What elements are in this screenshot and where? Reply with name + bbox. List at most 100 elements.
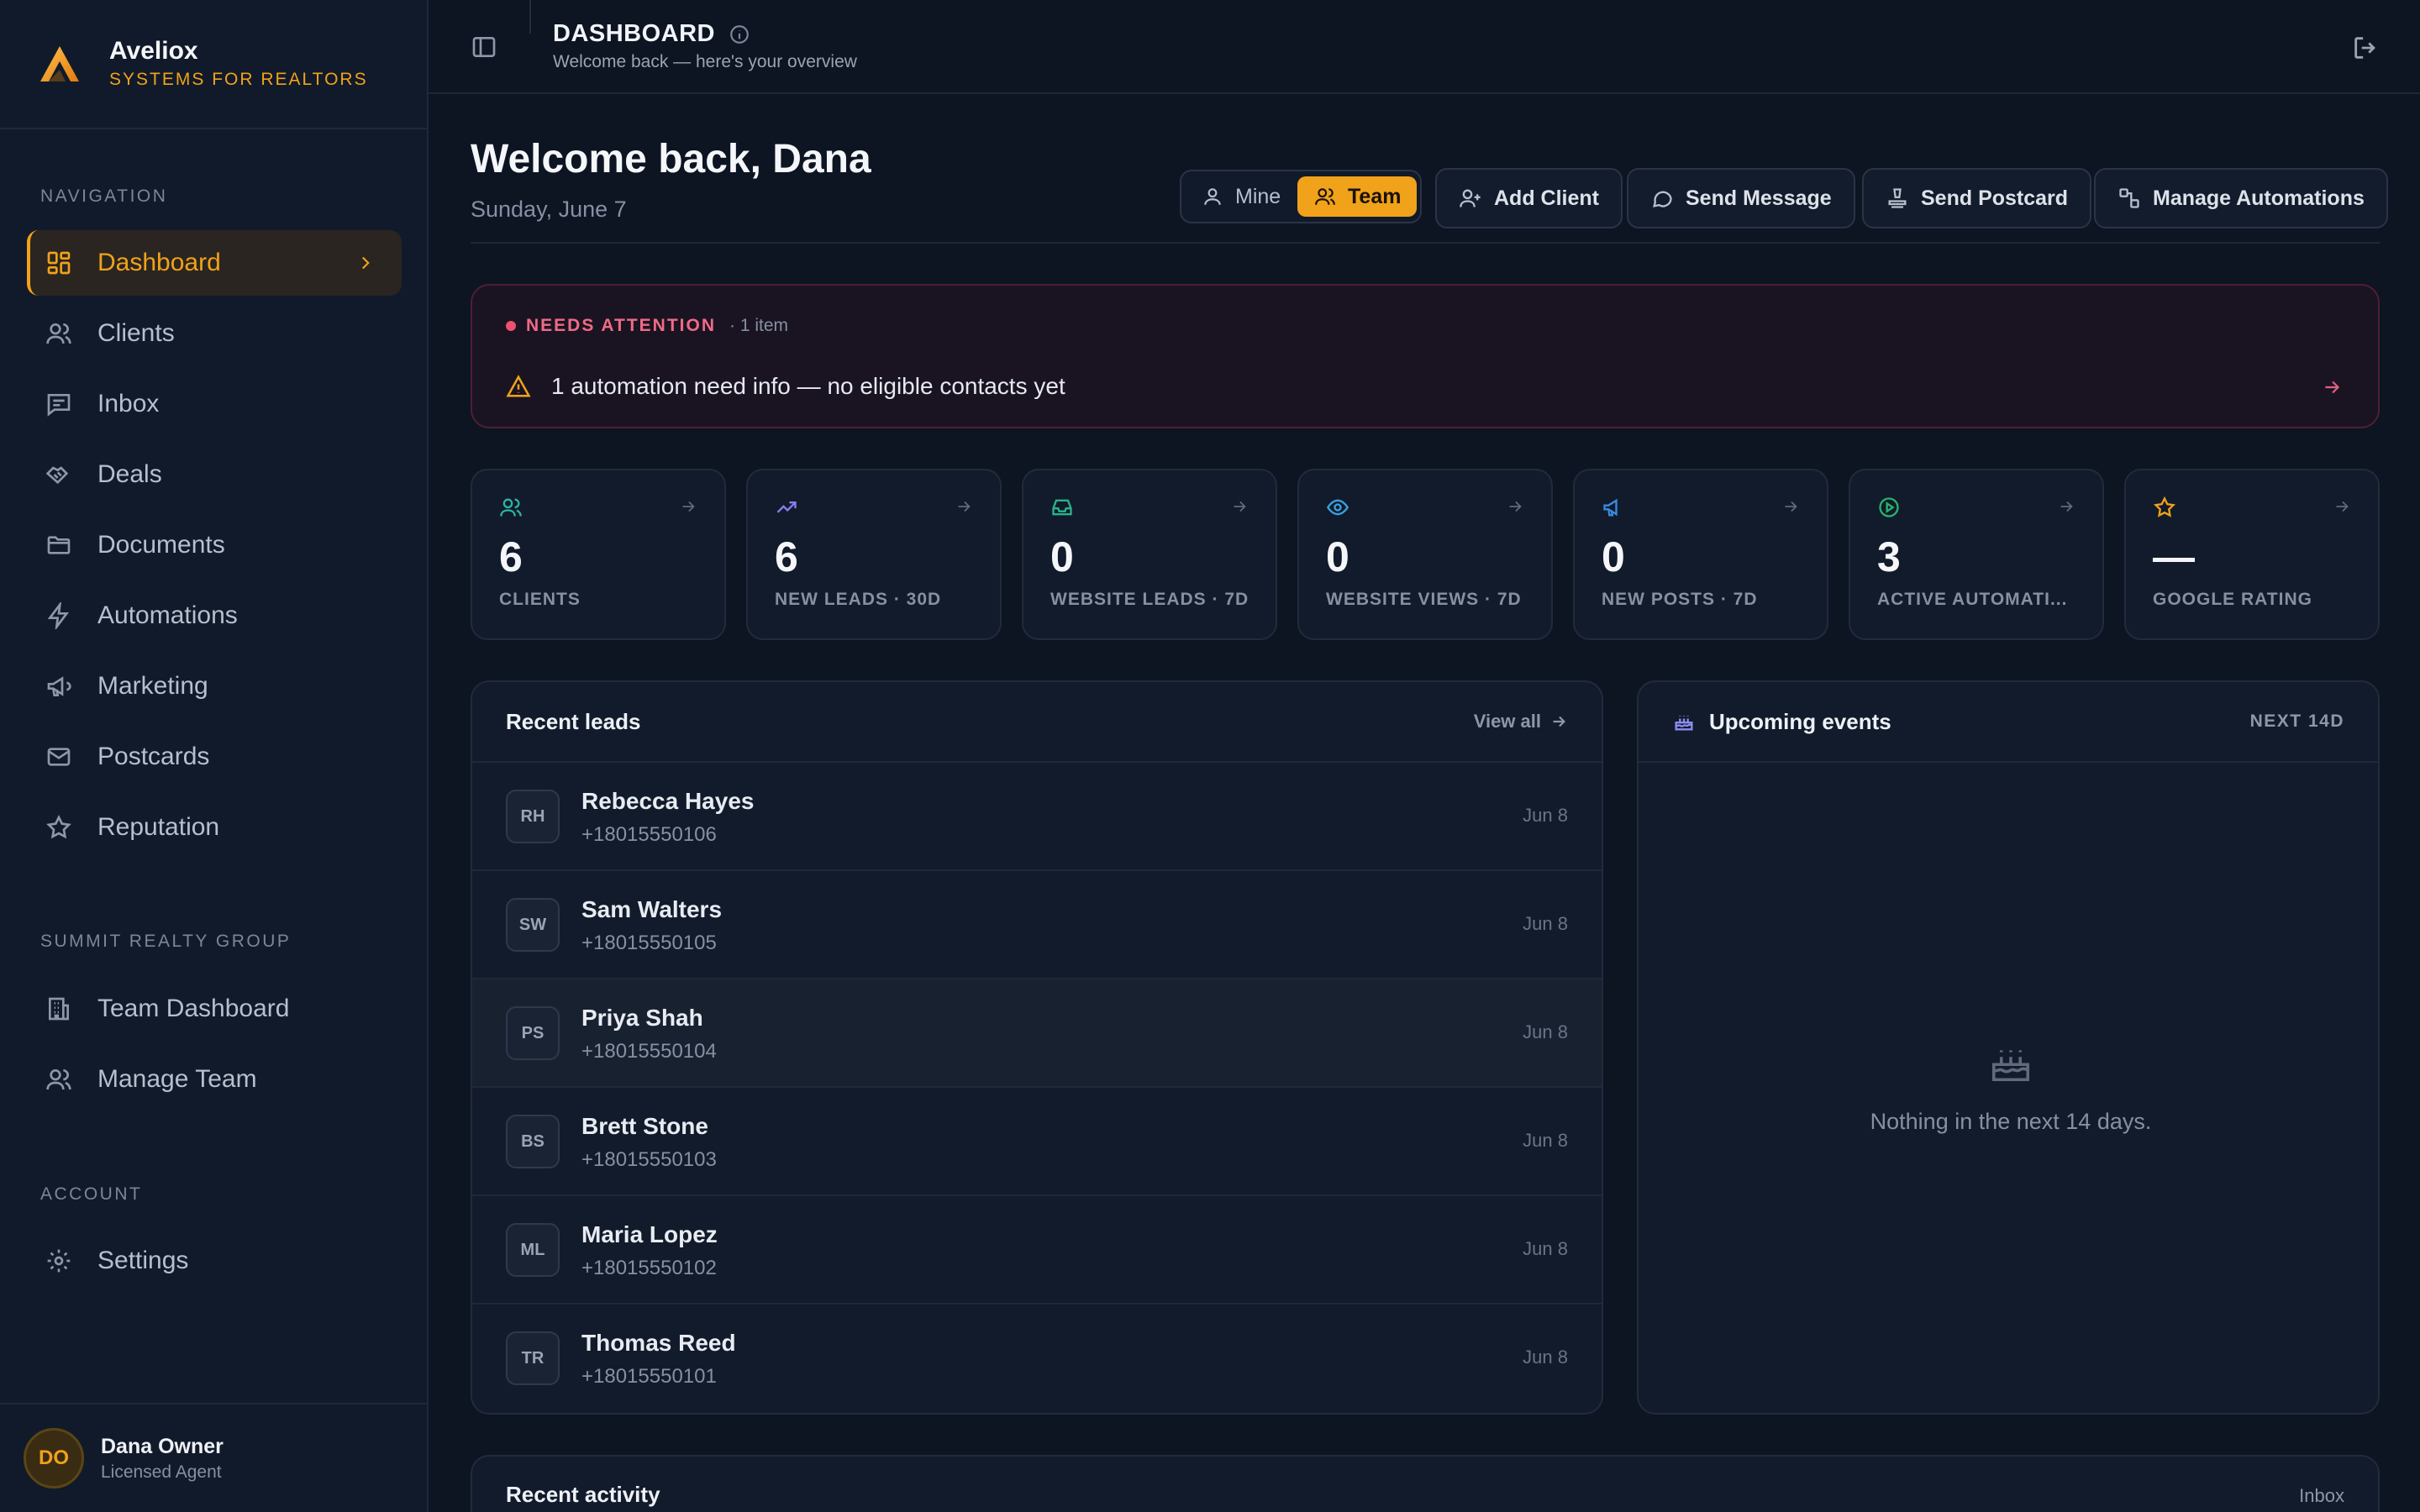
lead-name: Maria Lopez (581, 1221, 718, 1247)
sidebar-item-label: Reputation (97, 813, 220, 841)
lead-avatar: ML (506, 1223, 560, 1277)
inbox-tray-icon (1052, 499, 1072, 516)
scope-team-button[interactable]: Team (1297, 176, 1417, 217)
arrow-right-icon (1785, 501, 1797, 512)
star-icon (2153, 496, 2176, 517)
lead-phone: +18015550106 (581, 823, 717, 846)
page-title: DASHBOARD (553, 20, 750, 48)
stat-label: CLIENTS (499, 590, 581, 609)
sidebar-item-label: Settings (97, 1247, 189, 1274)
logout-icon[interactable] (2351, 34, 2380, 62)
stat-card-website-views[interactable]: 0 WEBSITE VIEWS · 7D (1297, 469, 1553, 640)
stat-label: ACTIVE AUTOMATI... (1877, 590, 2068, 609)
scope-mine-button[interactable]: Mine (1202, 176, 1281, 217)
stat-card-google-rating[interactable]: — GOOGLE RATING (2124, 469, 2380, 640)
stat-value: 6 (499, 533, 523, 580)
sidebar-item-manage-team[interactable]: Manage Team (27, 1047, 402, 1112)
table-row[interactable]: RH Rebecca Hayes +18015550106 Jun 8 (472, 763, 1602, 871)
attention-item[interactable]: 1 automation need info — no eligible con… (506, 373, 1065, 400)
stat-card-new-posts[interactable]: 0 NEW POSTS · 7D (1573, 469, 1828, 640)
lead-name: Thomas Reed (581, 1330, 736, 1356)
brand[interactable]: Aveliox SYSTEMS FOR REALTORS (0, 0, 427, 129)
arrow-right-icon (682, 501, 695, 512)
megaphone-icon (1603, 498, 1618, 517)
sidebar-item-reputation[interactable]: Reputation (27, 795, 402, 860)
stat-value: 0 (1326, 533, 1349, 580)
user-name: Dana Owner (101, 1434, 224, 1458)
arrow-right-icon (958, 501, 971, 512)
star-icon (46, 814, 71, 839)
sidebar-item-deals[interactable]: Deals (27, 442, 402, 507)
nav-section-account: ACCOUNT (40, 1184, 143, 1204)
dashboard-icon (47, 251, 71, 275)
recent-activity-title: Recent activity (506, 1482, 660, 1507)
welcome-heading: Welcome back, Dana (471, 137, 871, 181)
cake-icon (1675, 716, 1693, 731)
table-row[interactable]: SW Sam Walters +18015550105 Jun 8 (472, 871, 1602, 979)
page-title-text: DASHBOARD (553, 20, 715, 47)
cake-icon (1991, 1050, 2030, 1082)
sidebar-toggle-icon[interactable] (471, 34, 497, 60)
sidebar-item-label: Deals (97, 460, 162, 488)
stat-card-new-leads[interactable]: 6 NEW LEADS · 30D (746, 469, 1002, 640)
play-circle-icon (1879, 497, 1899, 517)
lead-date: Jun 8 (1523, 805, 1568, 826)
send-postcard-label: Send Postcard (1921, 186, 2069, 210)
table-row[interactable]: PS Priya Shah +18015550104 Jun 8 (472, 979, 1602, 1088)
sidebar-item-postcards[interactable]: Postcards (27, 724, 402, 790)
view-all-link[interactable]: View all (1474, 711, 1568, 732)
lead-name: Brett Stone (581, 1113, 708, 1139)
sidebar: Aveliox SYSTEMS FOR REALTORS NAVIGATION … (0, 0, 429, 1512)
arrow-right-icon[interactable] (2321, 376, 2343, 398)
scope-mine-label: Mine (1235, 184, 1281, 208)
sidebar-item-team-dashboard[interactable]: Team Dashboard (27, 976, 402, 1042)
stamp-icon (1888, 188, 1907, 208)
stat-card-active-automations[interactable]: 3 ACTIVE AUTOMATI... (1849, 469, 2104, 640)
add-client-label: Add Client (1494, 186, 1599, 210)
gear-icon (47, 1249, 71, 1273)
arrow-right-icon (1234, 501, 1246, 512)
account-nav: Settings (27, 1228, 402, 1299)
users-icon (46, 323, 71, 344)
attention-message: 1 automation need info — no eligible con… (551, 373, 1065, 399)
upcoming-events-title: Upcoming events (1709, 708, 1891, 734)
stat-card-website-leads[interactable]: 0 WEBSITE LEADS · 7D (1022, 469, 1277, 640)
table-row[interactable]: ML Maria Lopez +18015550102 Jun 8 (472, 1196, 1602, 1305)
arrow-right-icon (1509, 501, 1522, 512)
chat-bubble-icon (1653, 191, 1672, 207)
mail-icon (47, 748, 71, 766)
table-row[interactable]: BS Brett Stone +18015550103 Jun 8 (472, 1088, 1602, 1196)
sidebar-item-documents[interactable]: Documents (27, 512, 402, 578)
top-bar: DASHBOARD Welcome back — here's your ove… (429, 0, 2420, 94)
lead-avatar: RH (506, 790, 560, 843)
info-icon[interactable] (729, 24, 750, 45)
stat-label: WEBSITE LEADS · 7D (1050, 590, 1249, 609)
lead-avatar: SW (506, 898, 560, 952)
sidebar-item-inbox[interactable]: Inbox (27, 371, 402, 437)
users-icon (46, 1069, 71, 1090)
stat-label: WEBSITE VIEWS · 7D (1326, 590, 1522, 609)
sidebar-item-clients[interactable]: Clients (27, 301, 402, 366)
sidebar-item-dashboard[interactable]: Dashboard (27, 230, 402, 296)
recent-leads-panel: Recent leads View all RH Rebecca Hayes +… (471, 680, 1603, 1415)
user-profile[interactable]: DO Dana Owner Licensed Agent (0, 1403, 427, 1512)
page-subtitle: Welcome back — here's your overview (553, 52, 857, 71)
needs-attention-label: NEEDS ATTENTION (526, 316, 717, 335)
nav-section-group: SUMMIT REALTY GROUP (40, 932, 292, 951)
sidebar-item-settings[interactable]: Settings (27, 1228, 402, 1294)
sidebar-item-marketing[interactable]: Marketing (27, 654, 402, 719)
upcoming-events-range: NEXT 14D (2249, 711, 2344, 731)
table-row[interactable]: TR Thomas Reed +18015550101 Jun 8 (472, 1305, 1602, 1413)
stat-card-clients[interactable]: 6 CLIENTS (471, 469, 726, 640)
manage-automations-button[interactable]: Manage Automations (2094, 168, 2388, 228)
inbox-link[interactable]: Inbox (2299, 1485, 2344, 1507)
scope-toggle: Mine Team (1180, 170, 1422, 223)
sidebar-item-label: Documents (97, 531, 225, 559)
stat-label: NEW LEADS · 30D (775, 590, 942, 609)
send-message-button[interactable]: Send Message (1627, 168, 1855, 228)
sidebar-item-automations[interactable]: Automations (27, 583, 402, 648)
add-client-button[interactable]: Add Client (1435, 168, 1623, 228)
eye-icon (1326, 499, 1349, 516)
view-all-label: View all (1473, 711, 1541, 732)
send-postcard-button[interactable]: Send Postcard (1862, 168, 2092, 228)
